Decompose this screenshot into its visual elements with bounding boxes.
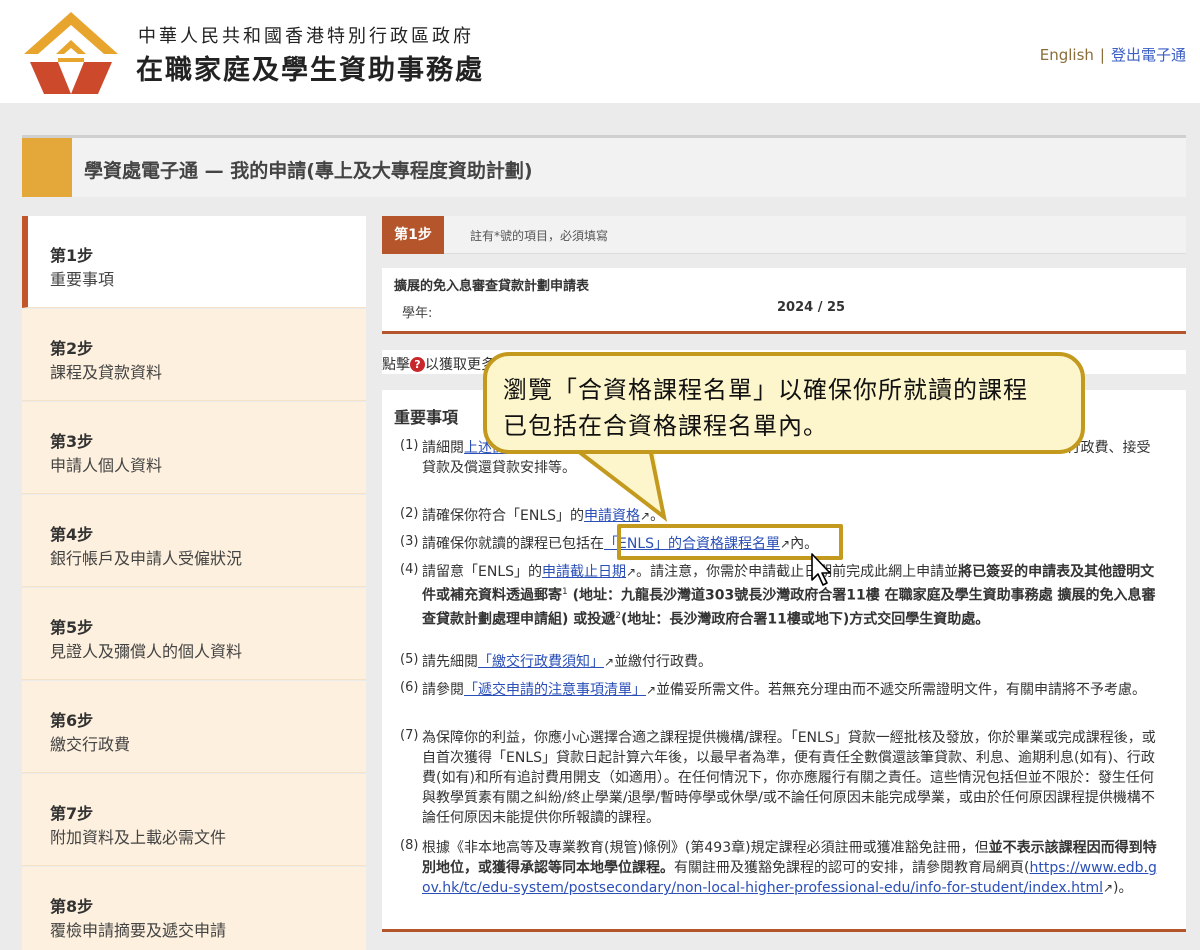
form-title: 擴展的免入息審查貸款計劃申請表 [394,279,590,294]
note-number: (7) [400,728,419,743]
notes-heading: 重要事項 [394,408,459,427]
form-info-box: 擴展的免入息審查貸款計劃申請表 學年: 2024 / 25 [382,268,1186,334]
note-item-6: (6) 請參閱「遞交申請的注意事項清單」↗並備妥所需文件。若無充分理由而不遞交所… [400,680,1162,700]
step-label: 重要事項 [50,270,115,289]
note-number: (6) [400,680,419,695]
step-number: 第7步 [50,804,94,823]
sidebar-step-8[interactable]: 第8步 覆檢申請摘要及遞交申請 [22,867,366,950]
note-text: 有關註冊及獲豁免課程的認可的安排，請參閱教育局網頁( [674,860,1030,876]
english-link[interactable]: English [1040,46,1094,64]
important-notes-panel: 重要事項 (1) 請細閱上述計劃的申請指引 ↗，以了解申請詳情、條款和條件，包括… [382,390,1186,932]
step-label: 課程及貸款資料 [50,363,163,382]
callout-line-2: 已包括在合資格課程名單內。 [503,412,828,440]
note-number: (1) [400,438,419,453]
page-title-bar: 學資處電子通 — 我的申請(專上及大專程度資助計劃) [22,135,1186,197]
note-item-2: (2) 請確保你符合「ENLS」的申請資格↗。 [400,506,1162,526]
step-label: 繳交行政費 [50,735,131,754]
note-text: 請先細閱 [422,654,478,670]
external-link-icon: ↗ [646,683,657,697]
note-number: (5) [400,652,419,667]
step-number: 第3步 [50,432,94,451]
step-label: 覆檢申請摘要及遞交申請 [50,921,227,940]
external-link-icon: ↗ [626,565,637,579]
step-tag: 第1步 [382,216,444,254]
sidebar-step-6[interactable]: 第6步 繳交行政費 [22,681,366,773]
step-label: 見證人及彌償人的個人資料 [50,642,243,661]
note-item-5: (5) 請先細閱「繳交行政費須知」↗並繳付行政費。 [400,652,1162,672]
title-accent [22,138,72,197]
sidebar-step-3[interactable]: 第3步 申請人個人資料 [22,402,366,494]
header-links: English | 登出電子通 [1040,44,1186,65]
sidebar-step-5[interactable]: 第5步 見證人及彌償人的個人資料 [22,588,366,680]
admin-fee-notes-link[interactable]: 「繳交行政費須知」 [478,654,604,670]
sidebar-step-4[interactable]: 第4步 銀行帳戶及申請人受僱狀況 [22,495,366,587]
note-text: 並繳付行政費。 [614,654,713,670]
note-item-8: (8) 根據《非本地高等及專業教育(規管)條例》(第493章)規定課程必須註冊或… [400,838,1162,898]
note-text: (地址：長沙灣政府合署11樓或地下)方式交回學生資助處。 [621,611,990,628]
sidebar-step-7[interactable]: 第7步 附加資料及上載必需文件 [22,774,366,866]
step-label: 銀行帳戶及申請人受僱狀況 [50,549,243,568]
callout-line-1: 瀏覽「合資格課程名單」以確保你所就讀的課程 [503,376,1028,404]
step-number: 第4步 [50,525,94,544]
note-number: (4) [400,562,419,577]
external-link-icon: ↗ [604,655,615,669]
note-number: (2) [400,506,419,521]
step-number: 第1步 [50,246,94,265]
page-title: 學資處電子通 — 我的申請(專上及大專程度資助計劃) [84,160,533,182]
gov-name: 中華人民共和國香港特別行政區政府 [138,26,474,47]
sidebar-step-2[interactable]: 第2步 課程及貸款資料 [22,309,366,401]
step-number: 第6步 [50,711,94,730]
agency-logo-icon [24,12,118,94]
note-number: (8) [400,838,419,853]
help-question-icon[interactable]: ? [410,357,425,372]
note-text: 根據《非本地高等及專業教育(規管)條例》(第493章)規定課程必須註冊或獲准豁免… [422,840,989,856]
note-text: 請留意「ENLS」的 [422,564,543,580]
logout-link[interactable]: 登出電子通 [1111,46,1186,64]
link-separator: | [1099,46,1105,64]
note-text: )。 [1113,880,1133,896]
required-note: 註有*號的項目，必須填寫 [470,229,609,243]
note-number: (3) [400,534,419,549]
instruction-callout: 瀏覽「合資格課程名單」以確保你所就讀的課程 已包括在合資格課程名單內。 [483,352,1085,454]
academic-year-value: 2024 / 25 [777,300,846,315]
academic-year-label: 學年: [402,306,433,321]
note-text: 並備妥所需文件。若無充分理由而不遞交所需證明文件，有關申請將不予考慮。 [656,682,1147,698]
note-text: 為保障你的利益，你應小心選擇合適之課程提供機構/課程。「ENLS」貸款一經批核及… [422,730,1156,826]
agency-name: 在職家庭及學生資助事務處 [136,55,484,86]
note-item-7: (7) 為保障你的利益，你應小心選擇合適之課程提供機構/課程。「ENLS」貸款一… [400,728,1162,828]
hint-prefix: 點擊 [382,357,410,373]
step-number: 第8步 [50,897,94,916]
submission-checklist-link[interactable]: 「遞交申請的注意事項清單」 [464,682,646,698]
note-text: 請參閱 [422,682,464,698]
note-text: 請細閱 [422,440,464,456]
sidebar-step-1[interactable]: 第1步 重要事項 [22,216,366,308]
step-number: 第5步 [50,618,94,637]
mouse-cursor-icon [811,553,831,586]
callout-tail [572,445,668,522]
step-label: 申請人個人資料 [50,456,163,475]
note-text: 。請注意，你需於申請截止日期前完成此網上申請並 [636,564,959,580]
step-label: 附加資料及上載必需文件 [50,828,227,847]
deadline-link[interactable]: 申請截止日期 [542,564,626,580]
external-link-icon: ↗ [1102,881,1114,895]
callout-text: 瀏覽「合資格課程名單」以確保你所就讀的課程 已包括在合資格課程名單內。 [503,372,1083,444]
note-item-4: (4) 請留意「ENLS」的申請截止日期↗。請注意，你需於申請截止日期前完成此網… [400,562,1162,629]
step-sidebar: 第1步 重要事項 第2步 課程及貸款資料 第3步 申請人個人資料 第4步 銀行帳… [22,216,366,950]
note-text: 請確保你就讀的課程已包括在 [422,536,604,552]
step-header: 第1步 註有*號的項目，必須填寫 [382,216,1186,254]
step-number: 第2步 [50,339,94,358]
site-header: 中華人民共和國香港特別行政區政府 在職家庭及學生資助事務處 English | 登出… [0,0,1200,103]
